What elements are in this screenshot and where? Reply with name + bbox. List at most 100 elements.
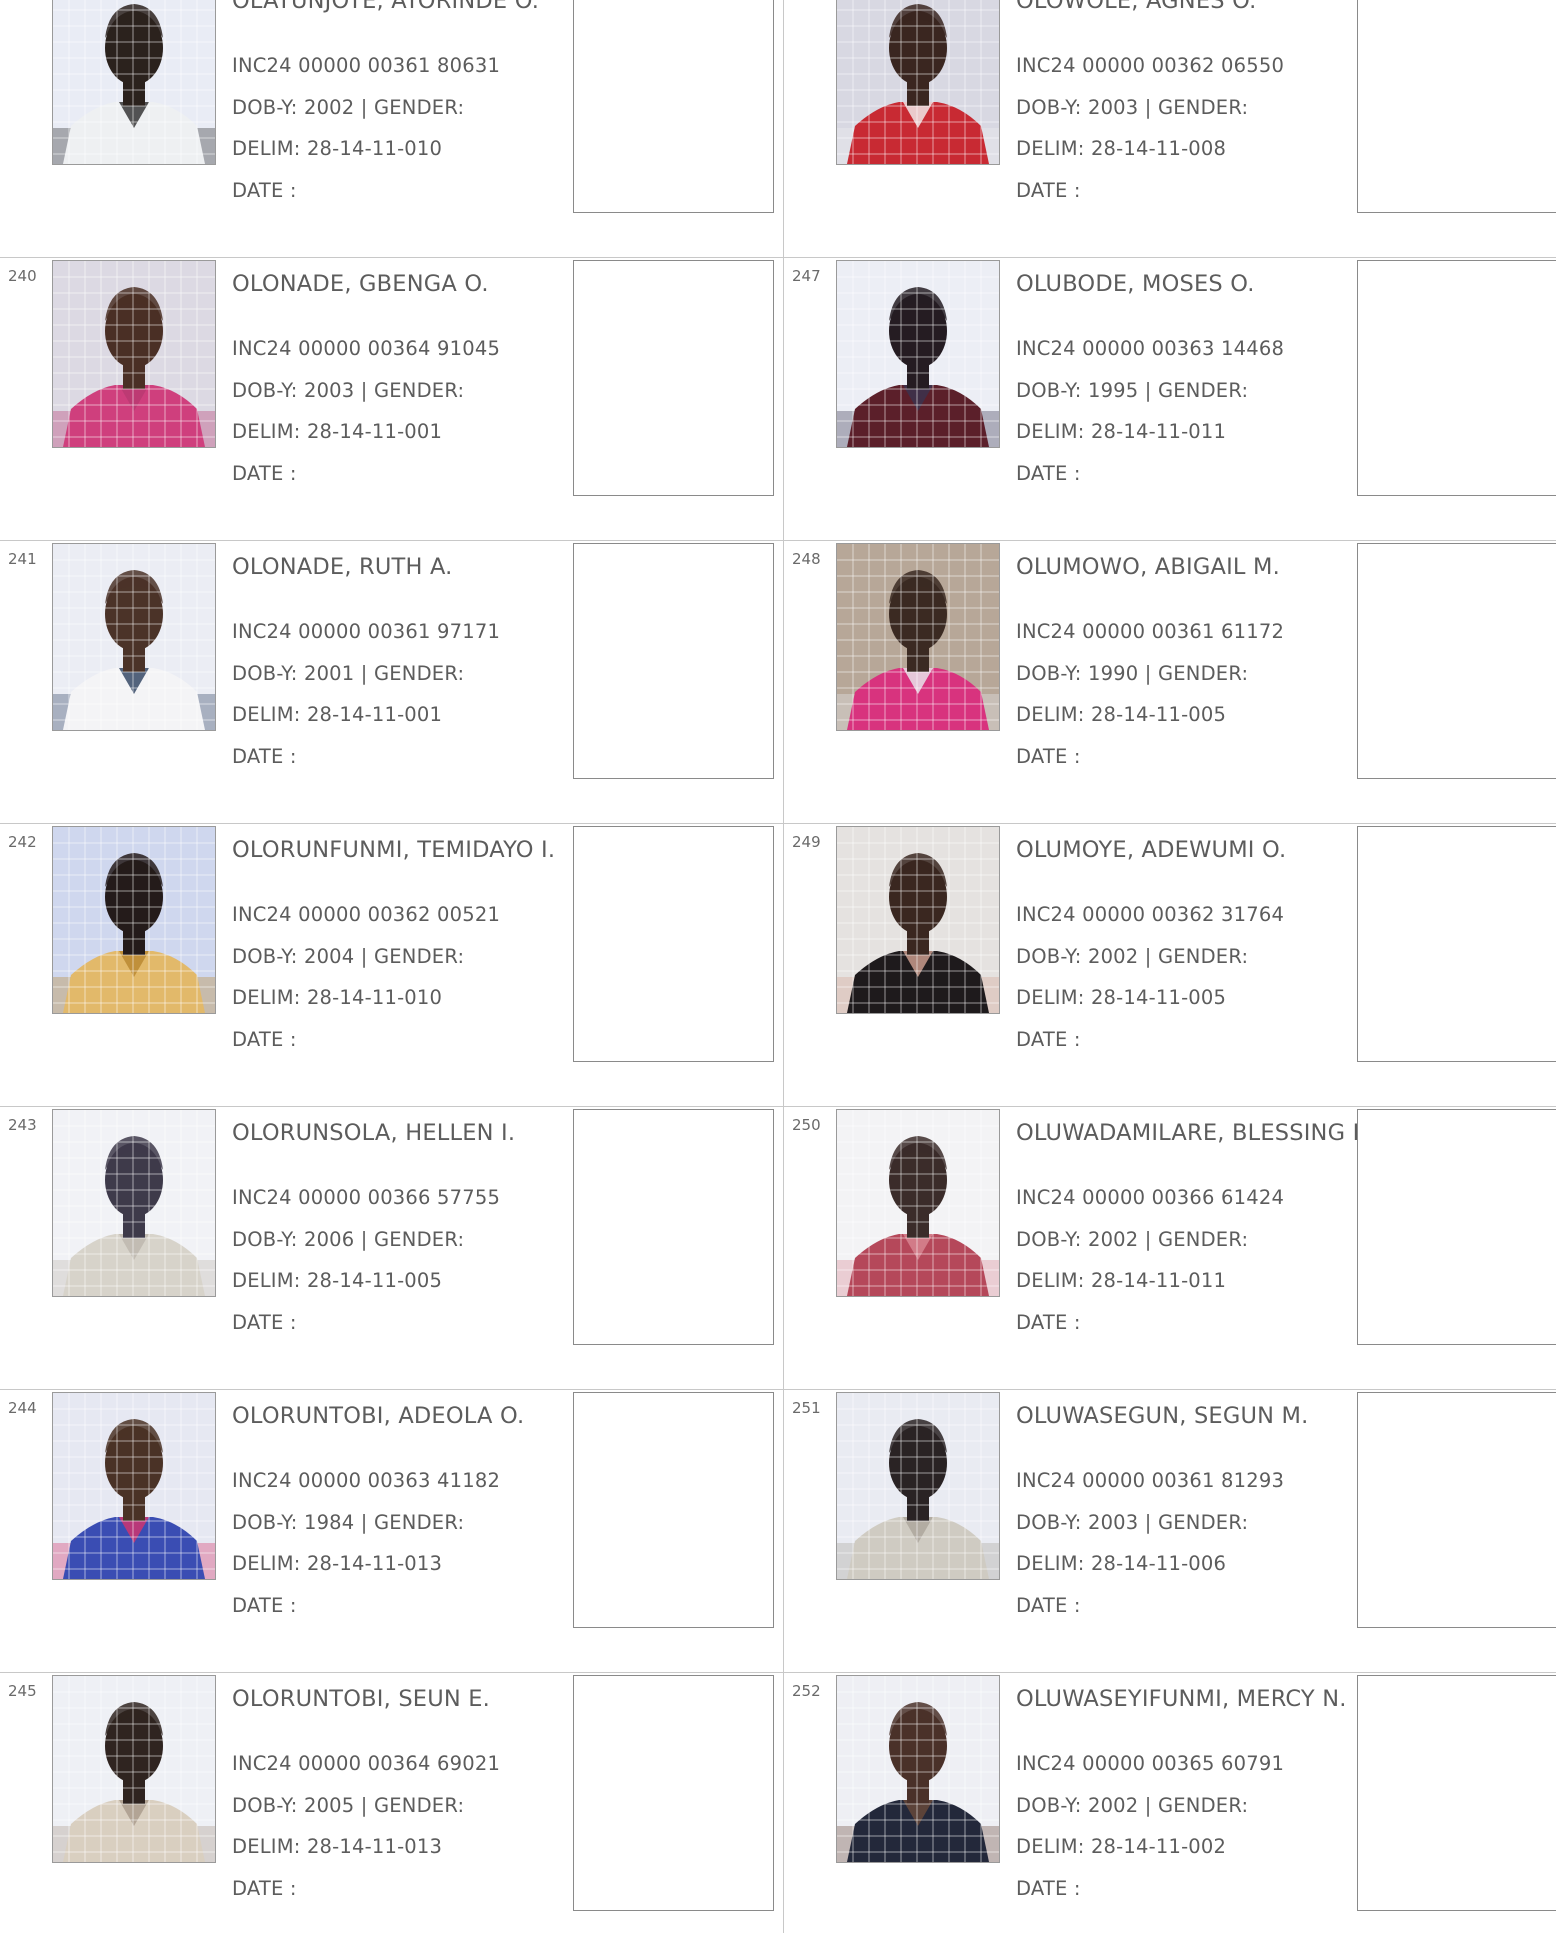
thumbprint-box [573,543,774,779]
voter-entry: 241 OLONADE, RUTH A. INC24 00000 00361 9… [0,540,784,823]
dob-year: 1990 [1087,662,1139,685]
dob-gender-line: DOB-Y: 2005 | GENDER: [232,1794,464,1817]
serial-number: 242 [8,833,37,851]
delimitation-line: DELIM: 28-14-11-010 [232,137,442,160]
voter-name: OLUWADAMILARE, BLESSING I. [1016,1120,1367,1146]
delimitation-line: DELIM: 28-14-11-011 [1016,1269,1226,1292]
delimitation-line: DELIM: 28-14-11-001 [232,420,442,443]
dob-label: DOB-Y: [232,662,304,685]
dob-year: 2002 [1087,945,1139,968]
dob-gender-line: DOB-Y: 2003 | GENDER: [1016,1511,1248,1534]
voter-photo [836,543,1000,731]
voter-id-number: INC24 00000 00364 91045 [232,337,501,360]
voter-photo [52,1675,216,1863]
thumbprint-box [573,0,774,213]
voter-entry: 249 OLUMOYE, ADEWUMI O. INC24 00000 0036… [784,823,1556,1106]
dob-gender-line: DOB-Y: 2003 | GENDER: [232,379,464,402]
delim-label: DELIM: [232,986,307,1009]
dob-gender-line: DOB-Y: 2006 | GENDER: [232,1228,464,1251]
serial-number: 248 [792,550,821,568]
voter-entry: 252 OLUWASEYIFUNMI, MERCY N. INC24 00000… [784,1672,1556,1955]
delimitation-line: DELIM: 28-14-11-013 [232,1552,442,1575]
voter-entry: 251 OLUWASEGUN, SEGUN M. INC24 00000 003… [784,1389,1556,1672]
thumbprint-box [573,1392,774,1628]
delimitation-line: DELIM: 28-14-11-013 [232,1835,442,1858]
gender-label: | GENDER: [1138,662,1249,685]
delimitation-line: DELIM: 28-14-11-005 [1016,986,1226,1009]
serial-number: 251 [792,1399,821,1417]
thumbprint-box [1357,826,1556,1062]
voter-photo [836,260,1000,448]
delimitation-line: DELIM: 28-14-11-006 [1016,1552,1226,1575]
serial-number: 247 [792,267,821,285]
thumbprint-box [1357,1675,1556,1911]
voter-name: OLOWOLE, AGNES O. [1016,0,1257,14]
date-label: DATE : [232,179,297,202]
delimitation-code: 28-14-11-005 [1090,986,1227,1009]
serial-number: 240 [8,267,37,285]
voter-id-number: INC24 00000 00363 41182 [232,1469,501,1492]
dob-gender-line: DOB-Y: 1984 | GENDER: [232,1511,464,1534]
date-label: DATE : [232,462,297,485]
voter-photo [836,0,1000,165]
serial-number: 250 [792,1116,821,1134]
date-label: DATE : [232,1028,297,1051]
dob-year: 2006 [303,1228,355,1251]
delim-label: DELIM: [1016,986,1091,1009]
delim-label: DELIM: [1016,1552,1091,1575]
delimitation-code: 28-14-11-013 [306,1835,443,1858]
thumbprint-box [573,1675,774,1911]
voter-photo [836,1675,1000,1863]
voter-entry: 242 OLORUNFUNMI, TEMIDAYO I. INC24 00000… [0,823,784,1106]
dob-label: DOB-Y: [1016,1228,1088,1251]
dob-label: DOB-Y: [232,1228,304,1251]
voter-entry: 250 OLUWADAMILARE, BLESSING I. INC24 000… [784,1106,1556,1389]
delim-label: DELIM: [232,137,307,160]
delim-label: DELIM: [1016,420,1091,443]
date-label: DATE : [232,1311,297,1334]
gender-label: | GENDER: [1138,1794,1249,1817]
dob-label: DOB-Y: [1016,945,1088,968]
delimitation-line: DELIM: 28-14-11-010 [232,986,442,1009]
voter-photo [836,1392,1000,1580]
thumbprint-box [573,1109,774,1345]
voter-name: OLATUNJOYE, AYORINDE O. [232,0,540,14]
voter-photo [52,1392,216,1580]
dob-label: DOB-Y: [1016,379,1088,402]
voter-photo [52,260,216,448]
thumbprint-box [1357,0,1556,213]
dob-year: 2004 [303,945,355,968]
voter-name: OLUWASEYIFUNMI, MERCY N. [1016,1686,1347,1712]
date-label: DATE : [232,1877,297,1900]
dob-gender-line: DOB-Y: 2004 | GENDER: [232,945,464,968]
delimitation-line: DELIM: 28-14-11-005 [232,1269,442,1292]
dob-year: 2002 [1087,1794,1139,1817]
thumbprint-box [1357,543,1556,779]
dob-gender-line: DOB-Y: 2001 | GENDER: [232,662,464,685]
date-label: DATE : [1016,1028,1081,1051]
dob-year: 1984 [303,1511,355,1534]
dob-year: 2001 [303,662,355,685]
voter-name: OLORUNFUNMI, TEMIDAYO I. [232,837,556,863]
delimitation-code: 28-14-11-008 [1090,137,1227,160]
voter-entry: 244 OLORUNTOBI, ADEOLA O. INC24 00000 00… [0,1389,784,1672]
voter-id-number: INC24 00000 00361 61172 [1016,620,1285,643]
serial-number: 243 [8,1116,37,1134]
voter-photo [52,0,216,165]
delim-label: DELIM: [232,420,307,443]
delimitation-code: 28-14-11-001 [306,420,443,443]
thumbprint-box [1357,260,1556,496]
date-label: DATE : [1016,1311,1081,1334]
delimitation-code: 28-14-11-005 [1090,703,1227,726]
voter-entry: 240 OLONADE, GBENGA O. INC24 00000 00364… [0,257,784,540]
dob-label: DOB-Y: [232,96,304,119]
dob-label: DOB-Y: [1016,1511,1088,1534]
gender-label: | GENDER: [1138,379,1249,402]
delimitation-line: DELIM: 28-14-11-008 [1016,137,1226,160]
delimitation-code: 28-14-11-005 [306,1269,443,1292]
voter-name: OLORUNTOBI, ADEOLA O. [232,1403,525,1429]
voter-entry: 243 OLORUNSOLA, HELLEN I. INC24 00000 00… [0,1106,784,1389]
date-label: DATE : [1016,1594,1081,1617]
dob-gender-line: DOB-Y: 2002 | GENDER: [1016,1794,1248,1817]
delim-label: DELIM: [1016,1269,1091,1292]
